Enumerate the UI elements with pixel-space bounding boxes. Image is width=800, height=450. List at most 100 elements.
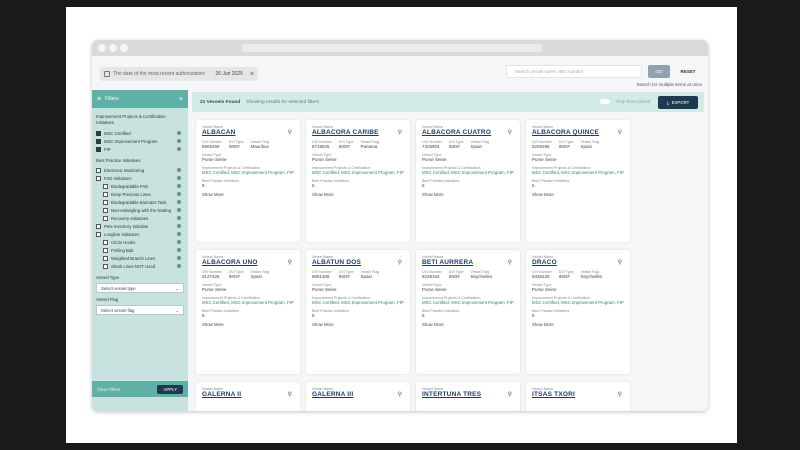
show-more-link[interactable]: Show More — [312, 322, 404, 327]
filter-checkbox[interactable]: Longline Initiatives — [92, 230, 188, 238]
pin-icon[interactable]: ⚲ — [508, 259, 512, 266]
vessel-type-select[interactable]: Select vessel type ⌄ — [96, 283, 184, 293]
checkbox[interactable] — [103, 255, 108, 261]
info-icon[interactable] — [177, 231, 181, 236]
search-input[interactable]: Search vessel name, IMO number — [506, 65, 642, 78]
vessel-card[interactable]: Vessel Name DRACO ⚲ UVI Number 9335226 UVI Ty… — [526, 250, 630, 374]
vessel-card[interactable]: Vessel Name ALBACAN ⚲ UVI Number 8906489 UVI … — [196, 120, 300, 242]
vessel-name-link[interactable]: DRACO — [532, 259, 624, 267]
checkbox[interactable] — [96, 138, 101, 144]
window-dot[interactable] — [98, 44, 106, 52]
show-more-link[interactable]: Show More — [312, 192, 404, 197]
checkbox[interactable] — [103, 191, 108, 197]
close-icon[interactable]: × — [179, 96, 183, 103]
info-icon[interactable] — [177, 183, 181, 188]
filter-checkbox[interactable]: MSC Certified — [92, 129, 188, 137]
pin-icon[interactable]: ⚲ — [288, 391, 292, 398]
pin-icon[interactable]: ⚲ — [618, 259, 622, 266]
vessel-card[interactable]: Vessel Name ALBACORA UNO ⚲ UVI Number 912742… — [196, 250, 300, 374]
info-icon[interactable] — [177, 215, 181, 220]
vessel-card[interactable]: Vessel Name ALBACORA CARIBE ⚲ UVI Number 871… — [306, 120, 410, 242]
vessel-name-link[interactable]: INTERTUNA TRES — [422, 391, 514, 399]
pin-icon[interactable]: ⚲ — [288, 129, 292, 136]
vessel-card[interactable]: Vessel Name GALERNA II ⚲ — [196, 382, 300, 411]
pinned-toggle[interactable] — [600, 99, 610, 104]
vessel-name-link[interactable]: ALBACAN — [202, 129, 294, 137]
checkbox[interactable] — [96, 231, 101, 237]
pin-icon[interactable]: ⚲ — [618, 391, 622, 398]
filter-checkbox[interactable]: Fishing Bait — [92, 246, 188, 254]
vessel-card[interactable]: Vessel Name GALERNA III ⚲ — [306, 382, 410, 411]
filter-checkbox[interactable]: Circle Hooks — [92, 238, 188, 246]
vessel-card[interactable]: Vessel Name INTERTUNA TRES ⚲ — [416, 382, 520, 411]
filter-checkbox[interactable]: FIP — [92, 145, 188, 153]
checkbox[interactable] — [103, 239, 108, 245]
vessel-card[interactable]: Vessel Name BETI AURRERA ⚲ UVI Number 822816… — [416, 250, 520, 374]
info-icon[interactable] — [177, 207, 181, 212]
pin-icon[interactable]: ⚲ — [398, 129, 402, 136]
checkbox[interactable] — [103, 247, 108, 253]
window-dot[interactable] — [109, 44, 117, 52]
vessel-card[interactable]: Vessel Name ALBACORA QUINCE ⚲ UVI Number 820… — [526, 120, 630, 242]
info-icon[interactable] — [177, 138, 181, 143]
info-icon[interactable] — [177, 130, 181, 135]
show-more-link[interactable]: Show More — [422, 322, 514, 327]
apply-button[interactable]: APPLY — [157, 384, 183, 394]
checkbox[interactable] — [96, 130, 101, 136]
checkbox[interactable] — [103, 207, 108, 213]
vessel-name-link[interactable]: ALBACORA QUINCE — [532, 129, 624, 137]
checkbox[interactable] — [96, 223, 101, 229]
vessel-card[interactable]: Vessel Name ITSAS TXORI ⚲ — [526, 382, 630, 411]
checkbox[interactable] — [96, 146, 101, 152]
pin-icon[interactable]: ⚲ — [508, 129, 512, 136]
vessel-name-link[interactable]: ITSAS TXORI — [532, 391, 624, 399]
filter-checkbox[interactable]: Shark Lines NOT Used — [92, 262, 188, 270]
filter-checkbox[interactable]: FAD Initiatives — [92, 174, 188, 182]
reset-button[interactable]: RESET — [675, 65, 701, 78]
vessel-name-link[interactable]: ALBATUN DOS — [312, 259, 404, 267]
filter-checkbox[interactable]: Weighted Branch Lines — [92, 254, 188, 262]
checkbox[interactable] — [96, 175, 101, 181]
vessel-name-link[interactable]: GALERNA II — [202, 391, 294, 399]
close-icon[interactable]: × — [250, 71, 254, 78]
info-icon[interactable] — [177, 167, 181, 172]
filter-checkbox[interactable]: Electronic Monitoring — [92, 166, 188, 174]
info-icon[interactable] — [177, 223, 181, 228]
show-more-link[interactable]: Show More — [532, 192, 624, 197]
checkbox[interactable] — [103, 183, 108, 189]
info-icon[interactable] — [177, 175, 181, 180]
pin-icon[interactable]: ⚲ — [398, 259, 402, 266]
filter-checkbox[interactable]: Deep Precious Lines — [92, 190, 188, 198]
info-icon[interactable] — [177, 239, 181, 244]
filter-checkbox[interactable]: Biodegradable FAD — [92, 182, 188, 190]
checkbox[interactable] — [103, 263, 108, 269]
vessel-name-link[interactable]: ALBACORA CARIBE — [312, 129, 404, 137]
show-more-link[interactable]: Show More — [532, 322, 624, 327]
filter-checkbox[interactable]: Recovery Initiatives — [92, 214, 188, 222]
export-button[interactable]: ⤓ EXPORT — [658, 96, 698, 109]
filter-checkbox[interactable]: Pets Inventory Initiative — [92, 222, 188, 230]
info-icon[interactable] — [177, 199, 181, 204]
info-icon[interactable] — [177, 146, 181, 151]
show-more-link[interactable]: Show More — [202, 322, 294, 327]
checkbox[interactable] — [103, 199, 108, 205]
show-more-link[interactable]: Show More — [422, 192, 514, 197]
checkbox[interactable] — [103, 215, 108, 221]
filter-checkbox[interactable]: Biodegradable Biomass Tank — [92, 198, 188, 206]
date-chip[interactable]: The date of the most recent authorizatio… — [100, 67, 258, 81]
pin-icon[interactable]: ⚲ — [398, 391, 402, 398]
pin-icon[interactable]: ⚲ — [618, 129, 622, 136]
filter-checkbox[interactable]: MSC Improvement Program — [92, 137, 188, 145]
pin-icon[interactable]: ⚲ — [288, 259, 292, 266]
window-dot[interactable] — [120, 44, 128, 52]
vessel-name-link[interactable]: ALBACORA UNO — [202, 259, 294, 267]
vessel-name-link[interactable]: GALERNA III — [312, 391, 404, 399]
info-icon[interactable] — [177, 247, 181, 252]
pin-icon[interactable]: ⚲ — [508, 391, 512, 398]
address-bar[interactable] — [242, 44, 542, 52]
show-more-link[interactable]: Show More — [202, 192, 294, 197]
vessel-flag-select[interactable]: Select vessel flag ⌄ — [96, 305, 184, 315]
vessel-name-link[interactable]: ALBACORA CUATRO — [422, 129, 514, 137]
info-icon[interactable] — [177, 263, 181, 268]
checkbox[interactable] — [96, 167, 101, 173]
